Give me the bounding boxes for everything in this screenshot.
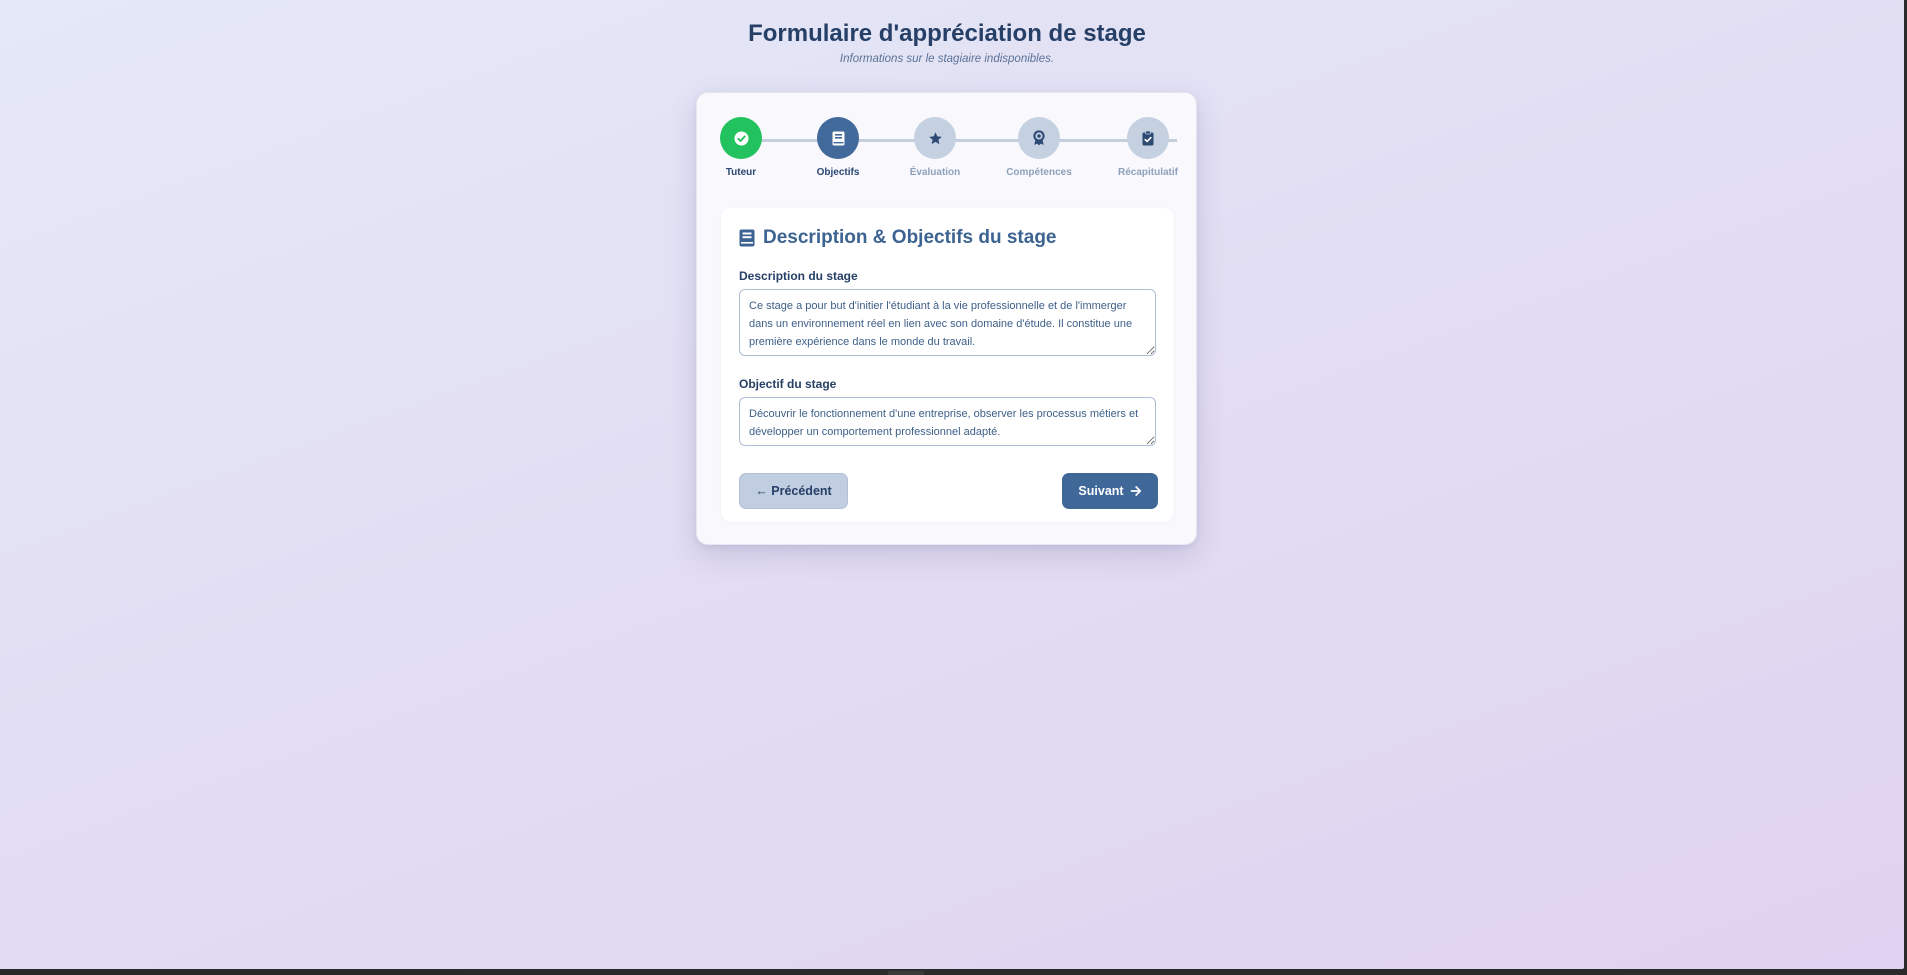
award-icon	[1032, 130, 1046, 146]
form-card: Tuteur Objectifs Évaluation Compétences …	[696, 92, 1197, 545]
arrow-right-icon	[1130, 485, 1142, 497]
clipboard-check-icon	[1142, 130, 1154, 146]
description-textarea[interactable]: Ce stage a pour but d'initier l'étudiant…	[739, 289, 1156, 356]
book-icon	[832, 131, 845, 146]
objectives-panel: Description & Objectifs du stage Descrip…	[721, 208, 1174, 522]
step-label: Compétences	[1006, 167, 1072, 178]
section-heading: Description & Objectifs du stage	[739, 227, 1057, 249]
step-recapitulatif[interactable]: Récapitulatif	[1108, 117, 1188, 178]
taskbar-handle	[888, 971, 924, 975]
check-icon	[733, 130, 749, 146]
step-tuteur[interactable]: Tuteur	[701, 117, 781, 178]
step-circle	[914, 117, 956, 159]
step-label: Évaluation	[909, 167, 961, 178]
step-objectifs[interactable]: Objectifs	[798, 117, 878, 178]
step-label: Récapitulatif	[1117, 167, 1178, 178]
step-label: Tuteur	[725, 167, 757, 178]
next-button-label: Suivant	[1078, 484, 1124, 498]
next-button[interactable]: Suivant	[1062, 473, 1158, 509]
objective-textarea[interactable]: Découvrir le fonctionnement d'une entrep…	[739, 397, 1156, 446]
progress-stepper: Tuteur Objectifs Évaluation Compétences …	[720, 117, 1178, 187]
step-circle	[720, 117, 762, 159]
step-circle	[1127, 117, 1169, 159]
app-viewport: Formulaire d'appréciation de stage Infor…	[0, 0, 1904, 969]
objective-label: Objectif du stage	[739, 377, 837, 391]
page-subtitle: Informations sur le stagiaire indisponib…	[839, 53, 1055, 65]
previous-button[interactable]: ← Précédent	[739, 473, 848, 509]
step-label: Objectifs	[816, 167, 860, 178]
star-icon	[928, 131, 943, 146]
step-competences[interactable]: Compétences	[999, 117, 1079, 178]
section-heading-text: Description & Objectifs du stage	[763, 227, 1057, 248]
description-label: Description du stage	[739, 269, 858, 283]
step-circle	[817, 117, 859, 159]
book-icon	[739, 229, 755, 247]
step-evaluation[interactable]: Évaluation	[895, 117, 975, 178]
page-title: Formulaire d'appréciation de stage	[748, 20, 1146, 47]
step-circle	[1018, 117, 1060, 159]
